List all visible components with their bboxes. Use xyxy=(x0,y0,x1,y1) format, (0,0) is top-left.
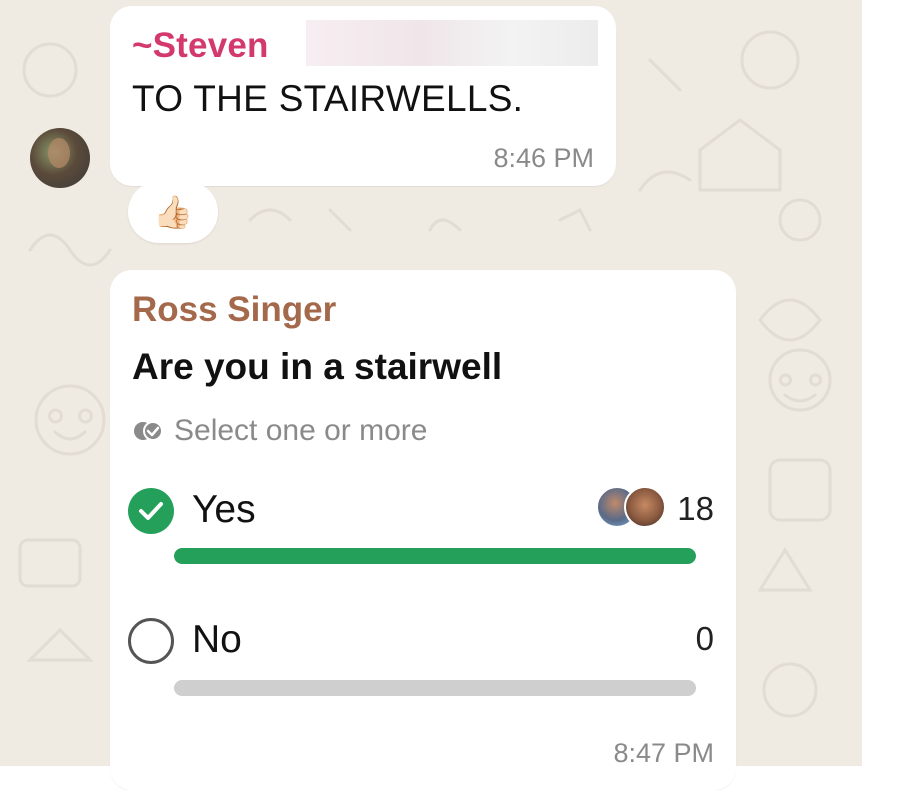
vote-count[interactable]: 0 xyxy=(696,620,714,658)
thumbs-up-reaction[interactable]: 👍🏻 xyxy=(128,181,218,243)
sender-name[interactable]: ~Steven xyxy=(132,26,269,66)
sender-avatar[interactable] xyxy=(30,128,90,188)
message-bubble[interactable]: ~Steven TO THE STAIRWELLS. 8:46 PM xyxy=(110,6,616,186)
vote-bar-no xyxy=(174,680,696,696)
message-timestamp: 8:46 PM xyxy=(493,143,594,173)
poll-option-no[interactable]: No 0 xyxy=(128,614,718,674)
redacted-phone-number xyxy=(306,20,598,66)
vote-bar-yes xyxy=(174,548,696,564)
screenshot-margin xyxy=(862,0,921,766)
double-check-icon xyxy=(134,421,163,441)
message-text: TO THE STAIRWELLS. xyxy=(132,78,524,119)
poll-option-label: No xyxy=(192,618,242,661)
poll-option-label: Yes xyxy=(192,488,256,531)
voter-avatars[interactable] xyxy=(596,486,672,528)
sender-name[interactable]: Ross Singer xyxy=(132,290,336,330)
poll-message-bubble[interactable]: Ross Singer Are you in a stairwell Selec… xyxy=(110,270,736,790)
empty-circle-icon[interactable] xyxy=(128,618,174,664)
voter-avatar xyxy=(624,486,666,528)
checkmark-circle-icon[interactable] xyxy=(128,488,174,534)
poll-question: Are you in a stairwell xyxy=(132,346,503,387)
poll-hint: Select one or more xyxy=(132,414,427,448)
vote-bar-fill xyxy=(174,548,696,564)
poll-hint-text: Select one or more xyxy=(174,414,428,447)
vote-count[interactable]: 18 xyxy=(677,490,714,528)
message-timestamp: 8:47 PM xyxy=(613,738,714,768)
poll-option-yes[interactable]: Yes 18 xyxy=(128,484,718,544)
